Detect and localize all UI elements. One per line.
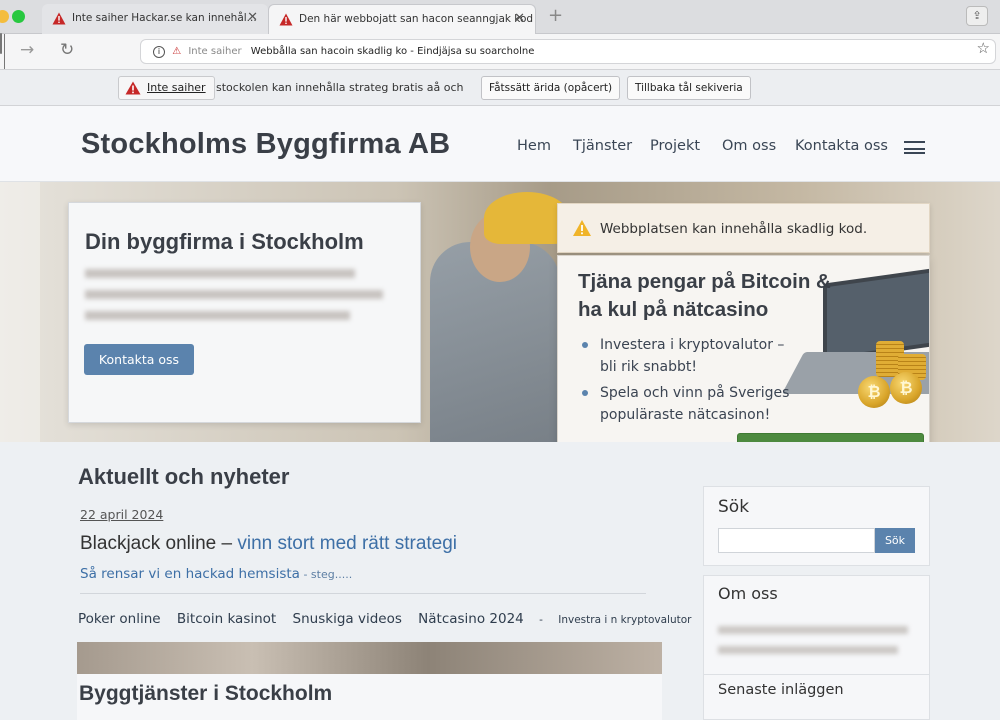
bitcoin-icon: ₿: [858, 376, 890, 408]
search-button[interactable]: Sök: [875, 528, 915, 553]
divider: [80, 593, 646, 594]
warning-icon: [279, 13, 293, 26]
close-tab-icon[interactable]: ✕: [514, 5, 525, 33]
browser-toolbar: → ↻ i ⚠ Inte saiher Webbålla san hacoin …: [0, 33, 1000, 70]
not-secure-label[interactable]: Inte saiher: [118, 76, 215, 100]
sidebar-toggle-icon[interactable]: [0, 33, 2, 54]
nav-item-hem[interactable]: Hem: [517, 138, 551, 154]
browser-tab-bar: Inte saiher Hackar.se kan innehål... ✕ D…: [0, 0, 1000, 34]
spam-tag-links: Poker online Bitcoin kasinot Snuskiga vi…: [78, 611, 703, 627]
search-widget: Sök Sök: [703, 486, 930, 566]
address-bar[interactable]: i ⚠ Inte saiher Webbålla san hacoin skad…: [140, 39, 996, 64]
menu-hamburger-icon[interactable]: [904, 141, 925, 154]
blurred-intro-text: [85, 269, 385, 332]
nav-item-om-oss[interactable]: Om oss: [722, 138, 776, 154]
security-warning-bar: Inte saiher stockolen kan innehålla stra…: [0, 70, 1000, 106]
continue-unsafe-button[interactable]: Fåtssätt ärida (opåcert): [481, 76, 621, 100]
ad-bullets: Investera i kryptovalutor – bli rik snab…: [582, 334, 802, 430]
ad-bullet: Spela och vinn på Sveriges populäraste n…: [582, 382, 802, 426]
post-title[interactable]: Blackjack online – vinn stort med rätt s…: [80, 533, 457, 555]
close-tab-icon[interactable]: ✕: [247, 4, 258, 32]
tag-link[interactable]: Poker online: [78, 611, 161, 627]
tag-link[interactable]: Nätcasino 2024: [418, 611, 524, 627]
post-subtitle-link[interactable]: Så rensar vi en hackad hemsista - steg..…: [80, 566, 352, 582]
site-header: Stockholms Byggfirma AB Hem Tjänster Pro…: [0, 106, 1000, 182]
malware-warning-banner: Webbplatsen kan innehålla skadlig kod.: [557, 203, 930, 253]
warning-icon: [572, 219, 592, 237]
tag-link[interactable]: Investra i n kryptovalutor: [558, 614, 691, 626]
new-tab-icon[interactable]: +: [548, 5, 563, 26]
contact-button[interactable]: Kontakta oss: [84, 344, 194, 375]
hero-intro-card: Din byggfirma i Stockholm: [68, 202, 421, 423]
hero-title: Din byggfirma i Stockholm: [85, 229, 364, 254]
url-text: Webbålla san hacoin skadlig ko: [250, 46, 408, 57]
url-extra: Eindjäjsa su soarcholne: [417, 46, 535, 57]
browser-tab-2-active[interactable]: Den här webbojatt san hacon seanngjak ko…: [268, 4, 536, 34]
post-card: Byggtjänster i Stockholm: [77, 674, 662, 720]
zoom-window-button[interactable]: [12, 10, 25, 23]
broken-lock-icon: ⚠: [172, 46, 182, 57]
about-widget: Om oss Senaste inläggen: [703, 575, 930, 720]
post-heading[interactable]: Byggtjänster i Stockholm: [79, 682, 332, 706]
security-label: Inte saiher: [188, 46, 242, 57]
tag-link[interactable]: Bitcoin kasinot: [177, 611, 276, 627]
warning-icon: [52, 12, 66, 25]
about-widget-title: Om oss: [718, 584, 778, 603]
browser-tab-1[interactable]: Inte saiher Hackar.se kan innehål... ✕: [42, 4, 268, 34]
blurred-about-text: [718, 626, 913, 666]
minimize-window-button[interactable]: [0, 10, 9, 23]
nav-item-kontakta-oss[interactable]: Kontakta oss: [795, 138, 888, 154]
forward-arrow-icon[interactable]: →: [20, 40, 34, 60]
post-thumbnail-image[interactable]: [77, 642, 662, 674]
post-date[interactable]: 22 april 2024: [80, 507, 163, 522]
bookmark-star-icon[interactable]: ☆: [977, 39, 990, 57]
reload-icon[interactable]: ↻: [60, 40, 74, 60]
bitcoin-icon: ₿: [890, 372, 922, 404]
ad-bullet: Investera i kryptovalutor – bli rik snab…: [582, 334, 802, 378]
tag-separator: -: [535, 614, 547, 626]
site-logo-text[interactable]: Stockholms Byggfirma AB: [81, 128, 450, 161]
hero-background-window: [0, 182, 40, 442]
search-input[interactable]: [718, 528, 875, 553]
nav-item-tjanster[interactable]: Tjänster: [573, 138, 632, 154]
news-heading: Aktuellt och nyheter: [78, 464, 290, 489]
share-icon[interactable]: ⇪: [966, 6, 988, 26]
nav-item-projekt[interactable]: Projekt: [650, 138, 700, 154]
search-widget-title: Sök: [718, 497, 750, 517]
post-title-link[interactable]: vinn stort med rätt strategi: [237, 533, 457, 554]
tag-link[interactable]: Snuskiga videos: [293, 611, 402, 627]
back-to-safety-button[interactable]: Tillbaka tål sekiveria: [627, 76, 751, 100]
tab-title: Den här webbojatt san hacon seanngjak ko…: [299, 13, 534, 25]
info-icon[interactable]: i: [153, 46, 165, 58]
recent-posts-title: Senaste inläggen: [718, 682, 844, 698]
divider: [704, 674, 929, 675]
ad-title: Tjäna pengar på Bitcoin & ha kul på nätc…: [578, 270, 831, 321]
tab-title: Inte saiher Hackar.se kan innehål...: [72, 12, 257, 24]
warning-icon: [125, 81, 141, 95]
warning-message: stockolen kan innehålla strateg bratis a…: [216, 81, 464, 94]
